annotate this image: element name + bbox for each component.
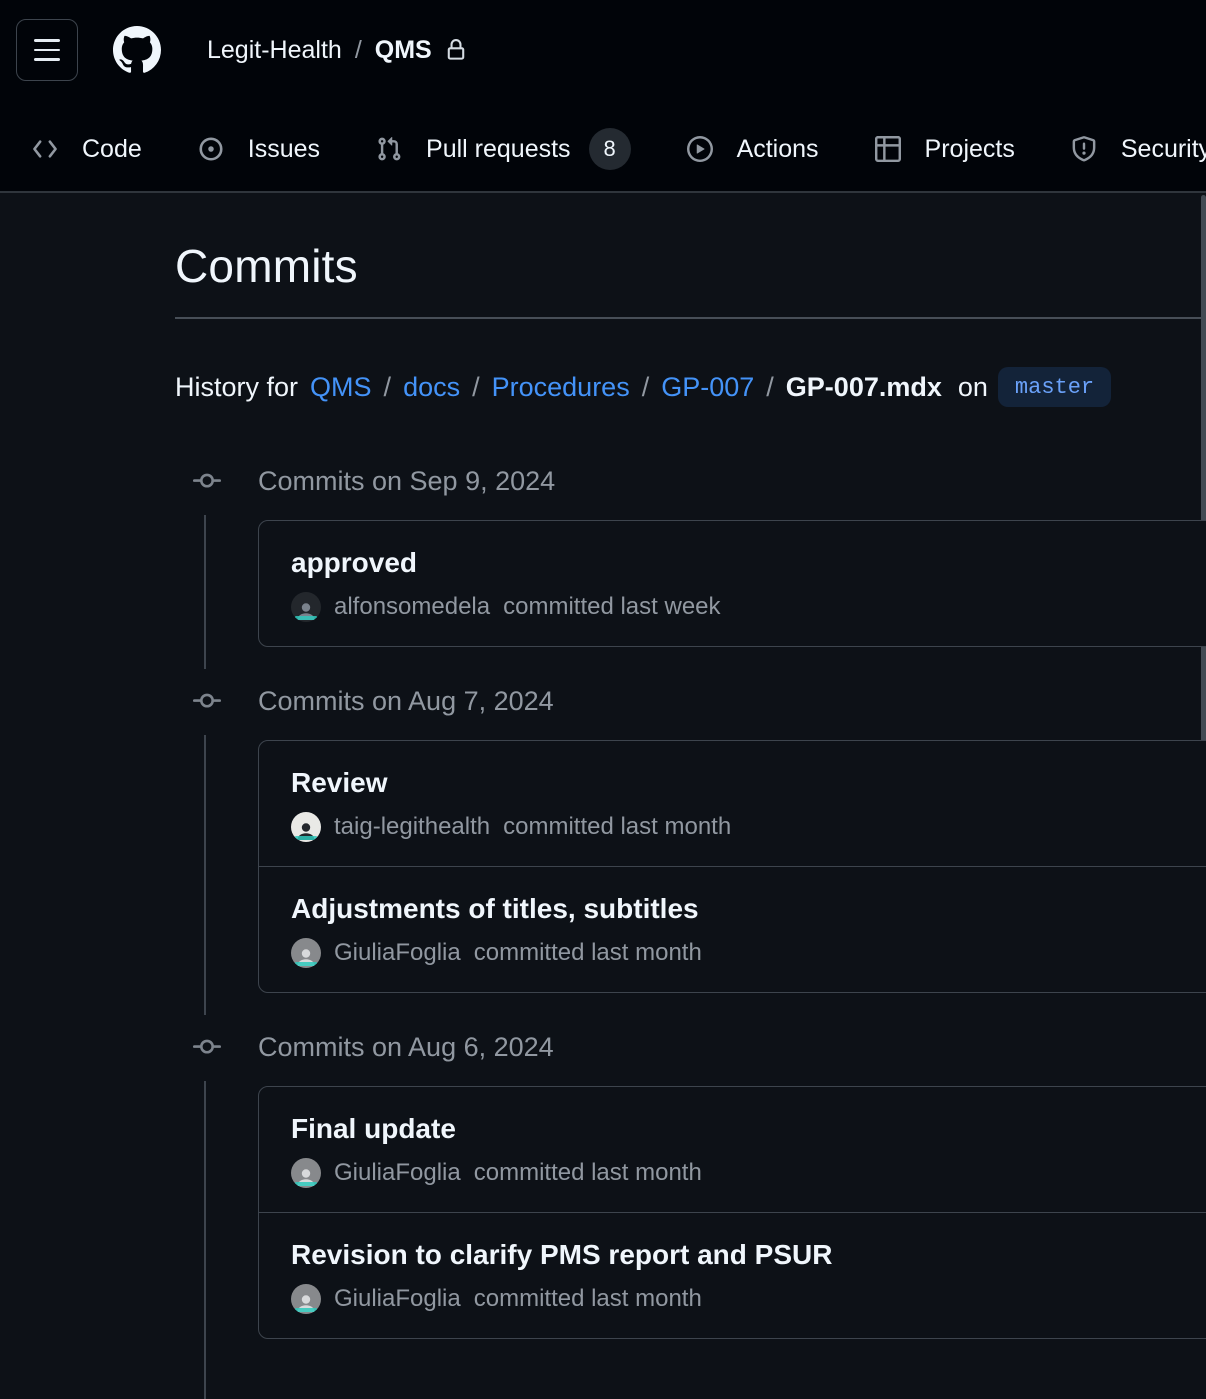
commit-meta: taig-legithealth committed last month: [291, 812, 1206, 842]
commit-row: Revision to clarify PMS report and PSUR …: [259, 1212, 1206, 1338]
git-commit-icon: [193, 1033, 221, 1061]
history-link-qms[interactable]: QMS: [310, 372, 372, 403]
commit-meta-text: committed last month: [503, 813, 731, 841]
tab-label: Issues: [248, 135, 320, 164]
commit-meta-text: committed last month: [474, 1159, 702, 1187]
issue-opened-icon: [198, 136, 224, 162]
tab-label: Code: [82, 135, 142, 164]
commit-row: Adjustments of titles, subtitles GiuliaF…: [259, 866, 1206, 992]
play-circle-icon: [687, 136, 713, 162]
commit-author-link[interactable]: GiuliaFoglia: [334, 939, 461, 967]
github-mark-icon[interactable]: [113, 26, 161, 74]
hamburger-menu-button[interactable]: [16, 19, 78, 81]
breadcrumb-separator: /: [342, 36, 375, 65]
commit-meta: GiuliaFoglia committed last month: [291, 938, 1206, 968]
lock-icon: [445, 39, 467, 61]
commit-row: approved alfonsomedela committed last we…: [259, 521, 1206, 646]
breadcrumb: Legit-Health / QMS: [207, 36, 467, 65]
avatar[interactable]: [291, 1158, 321, 1188]
repo-tab-bar: Code Issues Pull requests 8 Actions Pr: [0, 107, 1206, 193]
tab-label: Actions: [737, 135, 819, 164]
commit-author-link[interactable]: GiuliaFoglia: [334, 1285, 461, 1313]
path-separator: /: [460, 372, 492, 403]
shield-icon: [1071, 136, 1097, 162]
path-separator: /: [754, 372, 786, 403]
history-breadcrumb: History for / QMS / docs / Procedures / …: [175, 367, 1206, 407]
commit-group-date: Commits on Aug 6, 2024: [258, 1032, 554, 1063]
tab-issues[interactable]: Issues: [198, 135, 320, 164]
commit-row: Review taig-legithealth committed last m…: [259, 741, 1206, 866]
git-commit-icon: [193, 467, 221, 495]
history-on-label: on: [958, 372, 988, 403]
commit-group-aug-7: Commits on Aug 7, 2024 Review taig-legit…: [175, 683, 1206, 993]
history-prefix: History for: [175, 372, 298, 403]
commit-title-link[interactable]: Adjustments of titles, subtitles: [291, 893, 699, 925]
code-icon: [32, 136, 58, 162]
history-link-gp007[interactable]: GP-007: [661, 372, 754, 403]
commit-card: Final update GiuliaFoglia committed last…: [258, 1086, 1206, 1339]
commit-group-header: Commits on Sep 9, 2024: [175, 463, 1206, 499]
commit-title-link[interactable]: Review: [291, 767, 388, 799]
tab-label: Pull requests: [426, 135, 571, 164]
commit-meta-text: committed last month: [474, 1285, 702, 1313]
avatar[interactable]: [291, 1284, 321, 1314]
app-header: Legit-Health / QMS Code Issues Pull requ…: [0, 0, 1206, 193]
avatar[interactable]: [291, 592, 321, 622]
branch-label: master: [998, 367, 1111, 407]
history-current-file: GP-007.mdx: [786, 372, 942, 403]
commit-meta-text: committed last week: [503, 593, 720, 621]
history-link-docs[interactable]: docs: [403, 372, 460, 403]
git-pull-request-icon: [376, 136, 402, 162]
breadcrumb-org-link[interactable]: Legit-Health: [207, 36, 342, 65]
tab-projects[interactable]: Projects: [875, 135, 1015, 164]
table-icon: [875, 136, 901, 162]
commit-row: Final update GiuliaFoglia committed last…: [259, 1087, 1206, 1212]
commit-meta: GiuliaFoglia committed last month: [291, 1284, 1206, 1314]
tab-pull-requests[interactable]: Pull requests 8: [376, 128, 631, 170]
commit-title-link[interactable]: Revision to clarify PMS report and PSUR: [291, 1239, 832, 1271]
path-separator: /: [630, 372, 662, 403]
breadcrumb-repo-link[interactable]: QMS: [375, 36, 432, 65]
commit-card: Review taig-legithealth committed last m…: [258, 740, 1206, 993]
title-divider: [175, 317, 1206, 319]
path-separator: /: [372, 372, 404, 403]
commit-group-header: Commits on Aug 7, 2024: [175, 683, 1206, 719]
commit-meta: alfonsomedela committed last week: [291, 592, 1206, 622]
commit-group-date: Commits on Aug 7, 2024: [258, 686, 554, 717]
commits-page: Commits History for / QMS / docs / Proce…: [0, 193, 1206, 1339]
commit-group-header: Commits on Aug 6, 2024: [175, 1029, 1206, 1065]
timeline-line: [204, 515, 206, 669]
tab-label: Projects: [925, 135, 1015, 164]
page-title: Commits: [175, 239, 1206, 293]
commit-meta: GiuliaFoglia committed last month: [291, 1158, 1206, 1188]
commit-card: approved alfonsomedela committed last we…: [258, 520, 1206, 647]
commit-meta-text: committed last month: [474, 939, 702, 967]
commit-group-date: Commits on Sep 9, 2024: [258, 466, 555, 497]
history-link-procedures[interactable]: Procedures: [492, 372, 630, 403]
commit-author-link[interactable]: taig-legithealth: [334, 813, 490, 841]
timeline-line: [204, 735, 206, 1015]
tab-security[interactable]: Security: [1071, 135, 1206, 164]
timeline-line: [204, 1081, 206, 1399]
hamburger-icon: [34, 39, 60, 42]
commit-author-link[interactable]: GiuliaFoglia: [334, 1159, 461, 1187]
commit-group-sep-9: Commits on Sep 9, 2024 approved alfonsom…: [175, 463, 1206, 647]
pull-requests-count-badge: 8: [589, 128, 631, 170]
tab-code[interactable]: Code: [32, 135, 142, 164]
commit-author-link[interactable]: alfonsomedela: [334, 593, 490, 621]
commit-group-aug-6: Commits on Aug 6, 2024 Final update Giul…: [175, 1029, 1206, 1339]
git-commit-icon: [193, 687, 221, 715]
tab-actions[interactable]: Actions: [687, 135, 819, 164]
header-top: Legit-Health / QMS: [0, 0, 1206, 107]
commit-title-link[interactable]: Final update: [291, 1113, 456, 1145]
commit-title-link[interactable]: approved: [291, 547, 417, 579]
avatar[interactable]: [291, 812, 321, 842]
tab-label: Security: [1121, 135, 1206, 164]
avatar[interactable]: [291, 938, 321, 968]
